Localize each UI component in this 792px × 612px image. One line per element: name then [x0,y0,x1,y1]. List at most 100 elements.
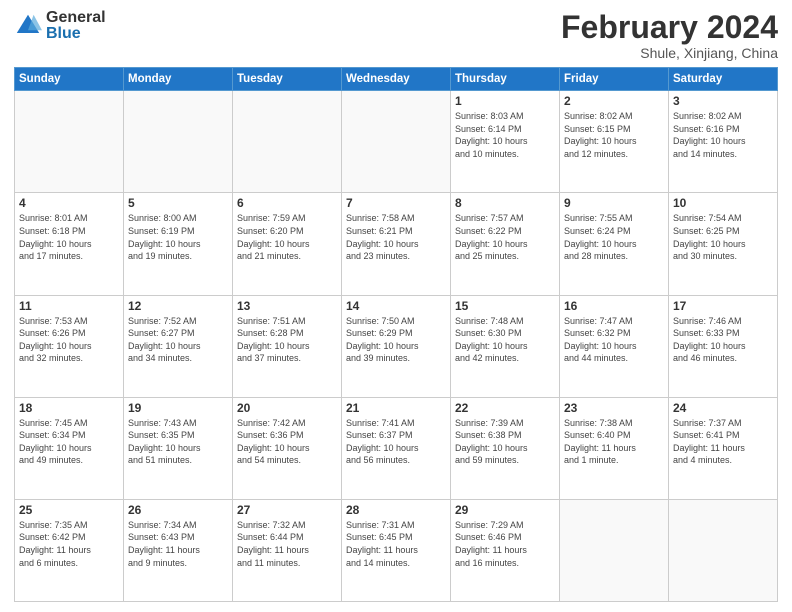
calendar-cell: 24 Sunrise: 7:37 AM Sunset: 6:41 PM Dayli… [669,397,778,499]
day-info: Sunrise: 8:02 AM Sunset: 6:16 PM Dayligh… [673,110,773,160]
logo-text: General Blue [46,10,106,42]
day-number: 8 [455,196,555,210]
day-number: 12 [128,299,228,313]
day-number: 18 [19,401,119,415]
day-info: Sunrise: 7:48 AM Sunset: 6:30 PM Dayligh… [455,315,555,365]
calendar-cell [560,499,669,601]
calendar-cell: 19Sunrise: 7:43 AM Sunset: 6:35 PM Dayli… [124,397,233,499]
day-number: 25 [19,503,119,517]
calendar-header-friday: Friday [560,68,669,91]
logo: General Blue [14,10,106,42]
day-info: Sunrise: 7:32 AM Sunset: 6:44 PM Dayligh… [237,519,337,569]
calendar-cell: 2 Sunrise: 8:02 AM Sunset: 6:15 PM Daylig… [560,91,669,193]
day-info: Sunrise: 7:50 AM Sunset: 6:29 PM Dayligh… [346,315,446,365]
calendar-cell: 21 Sunrise: 7:41 AM Sunset: 6:37 PM Dayli… [342,397,451,499]
calendar-cell: 11Sunrise: 7:53 AM Sunset: 6:26 PM Dayli… [15,295,124,397]
day-info: Sunrise: 7:45 AM Sunset: 6:34 PM Dayligh… [19,417,119,467]
calendar-week-row: 25 Sunrise: 7:35 AM Sunset: 6:42 PM Dayli… [15,499,778,601]
calendar-header-row: SundayMondayTuesdayWednesdayThursdayFrid… [15,68,778,91]
calendar-cell: 15 Sunrise: 7:48 AM Sunset: 6:30 PM Dayli… [451,295,560,397]
day-info: Sunrise: 8:02 AM Sunset: 6:15 PM Dayligh… [564,110,664,160]
calendar-cell: 22Sunrise: 7:39 AM Sunset: 6:38 PM Dayli… [451,397,560,499]
day-number: 21 [346,401,446,415]
calendar-cell: 10 Sunrise: 7:54 AM Sunset: 6:25 PM Dayli… [669,193,778,295]
calendar-header-wednesday: Wednesday [342,68,451,91]
page: General Blue February 2024 Shule, Xinjia… [0,0,792,612]
day-info: Sunrise: 7:41 AM Sunset: 6:37 PM Dayligh… [346,417,446,467]
day-number: 16 [564,299,664,313]
logo-blue: Blue [46,26,106,42]
calendar-cell: 1Sunrise: 8:03 AM Sunset: 6:14 PM Daylig… [451,91,560,193]
day-number: 2 [564,94,664,108]
calendar-cell: 8 Sunrise: 7:57 AM Sunset: 6:22 PM Daylig… [451,193,560,295]
day-number: 4 [19,196,119,210]
calendar-cell [342,91,451,193]
day-number: 1 [455,94,555,108]
day-info: Sunrise: 7:58 AM Sunset: 6:21 PM Dayligh… [346,212,446,262]
day-info: Sunrise: 7:53 AM Sunset: 6:26 PM Dayligh… [19,315,119,365]
logo-icon [14,12,42,40]
title-area: February 2024 Shule, Xinjiang, China [561,10,778,61]
day-info: Sunrise: 7:37 AM Sunset: 6:41 PM Dayligh… [673,417,773,467]
day-number: 3 [673,94,773,108]
calendar-header-thursday: Thursday [451,68,560,91]
day-number: 9 [564,196,664,210]
day-number: 10 [673,196,773,210]
calendar-cell: 28 Sunrise: 7:31 AM Sunset: 6:45 PM Dayli… [342,499,451,601]
calendar-cell: 25 Sunrise: 7:35 AM Sunset: 6:42 PM Dayli… [15,499,124,601]
calendar-cell: 20Sunrise: 7:42 AM Sunset: 6:36 PM Dayli… [233,397,342,499]
calendar-cell: 29 Sunrise: 7:29 AM Sunset: 6:46 PM Dayli… [451,499,560,601]
calendar-cell: 13Sunrise: 7:51 AM Sunset: 6:28 PM Dayli… [233,295,342,397]
calendar-header-tuesday: Tuesday [233,68,342,91]
day-info: Sunrise: 7:55 AM Sunset: 6:24 PM Dayligh… [564,212,664,262]
day-info: Sunrise: 7:38 AM Sunset: 6:40 PM Dayligh… [564,417,664,467]
day-number: 5 [128,196,228,210]
day-info: Sunrise: 8:00 AM Sunset: 6:19 PM Dayligh… [128,212,228,262]
calendar-week-row: 4Sunrise: 8:01 AM Sunset: 6:18 PM Daylig… [15,193,778,295]
day-number: 20 [237,401,337,415]
day-info: Sunrise: 7:54 AM Sunset: 6:25 PM Dayligh… [673,212,773,262]
header: General Blue February 2024 Shule, Xinjia… [14,10,778,61]
logo-general: General [46,10,106,26]
calendar-week-row: 1Sunrise: 8:03 AM Sunset: 6:14 PM Daylig… [15,91,778,193]
calendar-cell: 17Sunrise: 7:46 AM Sunset: 6:33 PM Dayli… [669,295,778,397]
day-info: Sunrise: 7:59 AM Sunset: 6:20 PM Dayligh… [237,212,337,262]
day-info: Sunrise: 7:52 AM Sunset: 6:27 PM Dayligh… [128,315,228,365]
day-info: Sunrise: 7:46 AM Sunset: 6:33 PM Dayligh… [673,315,773,365]
day-number: 26 [128,503,228,517]
day-number: 28 [346,503,446,517]
calendar-cell: 3 Sunrise: 8:02 AM Sunset: 6:16 PM Daylig… [669,91,778,193]
calendar-cell: 5 Sunrise: 8:00 AM Sunset: 6:19 PM Daylig… [124,193,233,295]
calendar-week-row: 11Sunrise: 7:53 AM Sunset: 6:26 PM Dayli… [15,295,778,397]
calendar-cell: 4Sunrise: 8:01 AM Sunset: 6:18 PM Daylig… [15,193,124,295]
day-info: Sunrise: 7:57 AM Sunset: 6:22 PM Dayligh… [455,212,555,262]
calendar-title: February 2024 [561,10,778,45]
calendar-header-saturday: Saturday [669,68,778,91]
calendar-cell: 6Sunrise: 7:59 AM Sunset: 6:20 PM Daylig… [233,193,342,295]
calendar-cell: 23 Sunrise: 7:38 AM Sunset: 6:40 PM Dayli… [560,397,669,499]
calendar-cell [124,91,233,193]
day-number: 15 [455,299,555,313]
day-info: Sunrise: 7:31 AM Sunset: 6:45 PM Dayligh… [346,519,446,569]
day-number: 27 [237,503,337,517]
calendar-table: SundayMondayTuesdayWednesdayThursdayFrid… [14,67,778,602]
day-number: 29 [455,503,555,517]
day-info: Sunrise: 7:29 AM Sunset: 6:46 PM Dayligh… [455,519,555,569]
calendar-cell: 14 Sunrise: 7:50 AM Sunset: 6:29 PM Dayli… [342,295,451,397]
calendar-header-monday: Monday [124,68,233,91]
calendar-cell [233,91,342,193]
day-number: 19 [128,401,228,415]
calendar-subtitle: Shule, Xinjiang, China [561,45,778,61]
day-info: Sunrise: 7:47 AM Sunset: 6:32 PM Dayligh… [564,315,664,365]
calendar-cell [15,91,124,193]
day-number: 14 [346,299,446,313]
calendar-cell: 9 Sunrise: 7:55 AM Sunset: 6:24 PM Daylig… [560,193,669,295]
calendar-cell: 18 Sunrise: 7:45 AM Sunset: 6:34 PM Dayli… [15,397,124,499]
day-number: 24 [673,401,773,415]
day-number: 22 [455,401,555,415]
day-number: 23 [564,401,664,415]
day-info: Sunrise: 7:35 AM Sunset: 6:42 PM Dayligh… [19,519,119,569]
calendar-cell: 16 Sunrise: 7:47 AM Sunset: 6:32 PM Dayli… [560,295,669,397]
day-info: Sunrise: 7:34 AM Sunset: 6:43 PM Dayligh… [128,519,228,569]
calendar-cell: 12 Sunrise: 7:52 AM Sunset: 6:27 PM Dayli… [124,295,233,397]
